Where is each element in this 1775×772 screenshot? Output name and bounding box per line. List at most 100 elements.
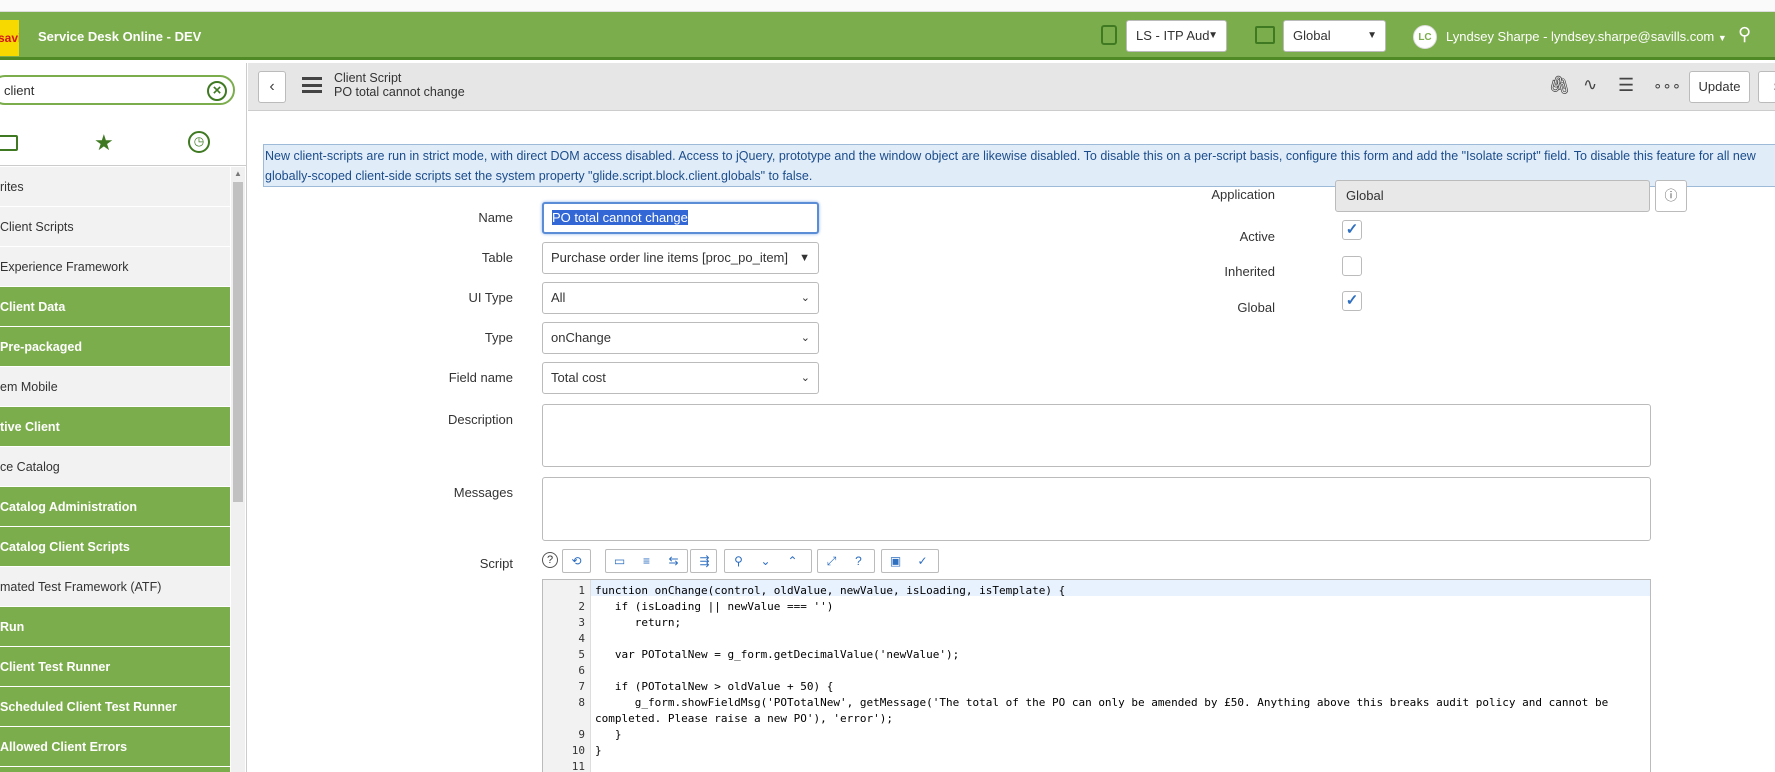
application-info-icon[interactable]: ⓘ [1655,180,1687,212]
toggle-syntax-button[interactable]: ⟲ [562,549,591,573]
record-name: PO total cannot change [334,85,465,99]
code-line[interactable]: var POTotalNew = g_form.getDecimalValue(… [595,648,959,661]
context-menu-icon[interactable] [302,77,322,93]
code-line[interactable]: return; [595,616,681,629]
clear-filter-icon[interactable]: × [207,81,227,101]
caret-down-icon: ▼ [1717,33,1727,43]
navigator-filter[interactable]: client × [0,75,235,105]
scroll-up-arrow-icon[interactable]: ▲ [234,169,242,178]
global-checkbox[interactable]: ✓ [1342,291,1362,311]
code-line[interactable]: function onChange(control, oldValue, new… [595,584,1065,597]
application-picker-icon[interactable] [1255,26,1275,44]
type-select[interactable]: onChange ⌄ [542,322,819,354]
nav-item[interactable]: Pre-packaged [0,327,230,367]
nav-item[interactable]: Client Test Runner [0,647,230,687]
browser-top-strip [0,0,1775,12]
code-line[interactable]: completed. Please raise a new PO'), 'err… [595,712,893,725]
table-select[interactable]: Purchase order line items [proc_po_item]… [542,242,819,274]
find-icon[interactable]: ⚲ [725,550,752,572]
type-value: onChange [551,330,611,345]
nav-item[interactable]: em Mobile [0,367,230,407]
scrollbar-thumb[interactable] [233,182,243,502]
nav-item[interactable]: Allowed Client Errors [0,727,230,767]
application-scope-select[interactable]: Global ▼ [1283,20,1386,52]
search-toolbar-group: ⚲ ⌄ ⌃ [724,549,812,573]
update-button[interactable]: Update [1689,71,1750,103]
avatar[interactable]: LC [1413,25,1437,49]
nav-item[interactable]: mated Test Framework (ATF) [0,567,230,607]
user-name: Lyndsey Sharpe - lyndsey.sharpe@savills.… [1446,29,1715,44]
inherited-checkbox[interactable] [1342,256,1362,276]
code-line[interactable]: if (isLoading || newValue === '') [595,600,834,613]
nav-item[interactable]: Catalog Client Scripts [0,527,230,567]
nav-item[interactable]: tive Client [0,407,230,447]
name-field[interactable]: PO total cannot change [542,202,819,234]
description-label: Description [447,412,513,427]
script-debugger-icon[interactable]: ✓ [909,550,936,572]
personalize-form-icon[interactable]: ☰ [1618,75,1634,96]
editor-view-toolbar-group: ⤢? [817,549,875,573]
nav-item[interactable]: rites [0,167,230,207]
nav-item[interactable]: Experience Framework [0,247,230,287]
favorites-star-icon[interactable]: ★ [94,130,114,156]
find-previous-icon[interactable]: ⌃ [779,550,806,572]
field-name-select[interactable]: Total cost ⌄ [542,362,819,394]
help-icon[interactable]: ? [542,552,558,568]
update-set-icon[interactable] [1101,25,1117,45]
savills-logo[interactable]: savills [0,20,19,56]
back-button[interactable]: ‹ [258,71,286,103]
script-editor[interactable]: 1 2 3 4 5 6 7 8 9 10 11 function onChange(control, … [542,579,1651,772]
find-next-icon[interactable]: ⌄ [752,550,779,572]
line-number: 10 [571,744,585,757]
form-header: ‹ Client Script PO total cannot change 🖇… [248,63,1775,111]
save-toolbar-group: ▣ ✓ [881,549,939,573]
nav-item[interactable]: Client Data [0,287,230,327]
replace-all-button[interactable]: ⇶ [690,549,717,573]
code-line[interactable]: } [595,728,622,741]
filter-input-text[interactable]: client [4,83,34,98]
nav-item[interactable]: Scheduled Client Test Runner [0,687,230,727]
activity-icon[interactable]: ∿ [1583,75,1597,95]
attachment-icon[interactable]: 🖇 [1548,75,1571,96]
line-number: 7 [578,680,585,693]
application-field: Global [1335,180,1650,212]
submit-button[interactable]: S [1758,71,1775,103]
name-label: Name [478,210,513,225]
nav-item[interactable] [0,767,230,772]
line-number: 11 [571,760,585,772]
fullscreen-icon[interactable]: ⤢ [818,550,845,572]
nav-item[interactable]: ce Catalog [0,447,230,487]
instance-title[interactable]: Service Desk Online - DEV [38,29,201,44]
history-clock-icon[interactable]: ◷ [188,131,210,153]
code-line[interactable]: g_form.showFieldMsg('POTotalNew', getMes… [595,696,1609,709]
replace-icon[interactable]: ⇆ [660,550,687,572]
user-menu[interactable]: Lyndsey Sharpe - lyndsey.sharpe@savills.… [1446,29,1727,44]
ui-type-select[interactable]: All ⌄ [542,282,819,314]
script-help-icon[interactable]: ? [845,550,872,572]
update-set-select[interactable]: LS - ITP Aud ▼ [1126,20,1227,52]
nav-item[interactable]: Client Scripts [0,207,230,247]
comment-icon[interactable]: ▭ [606,550,633,572]
type-label: Type [484,330,513,345]
nav-scrollbar[interactable]: ▲ [231,167,245,772]
search-icon[interactable]: ⚲ [1738,24,1751,45]
global-label: Global [1237,300,1275,315]
active-checkbox[interactable]: ✓ [1342,220,1362,240]
code-line[interactable]: } [595,744,602,757]
format-code-icon[interactable]: ≡ [633,550,660,572]
chevron-down-icon: ⌄ [800,372,810,384]
nav-item[interactable]: Catalog Administration [0,487,230,527]
save-icon[interactable]: ▣ [882,550,909,572]
all-apps-icon[interactable] [0,135,18,151]
code-line[interactable]: if (POTotalNew > oldValue + 50) { [595,680,834,693]
line-number: 4 [578,632,585,645]
field-name-label: Field name [448,370,513,385]
line-number: 5 [578,648,585,661]
messages-textarea[interactable] [542,477,1651,541]
chevron-down-icon: ⌄ [800,292,810,304]
description-textarea[interactable] [542,404,1651,467]
nav-item[interactable]: Run [0,607,230,647]
field-name-value: Total cost [551,370,606,385]
more-options-icon[interactable]: ∘∘∘ [1653,77,1681,95]
active-label: Active [1239,229,1275,244]
